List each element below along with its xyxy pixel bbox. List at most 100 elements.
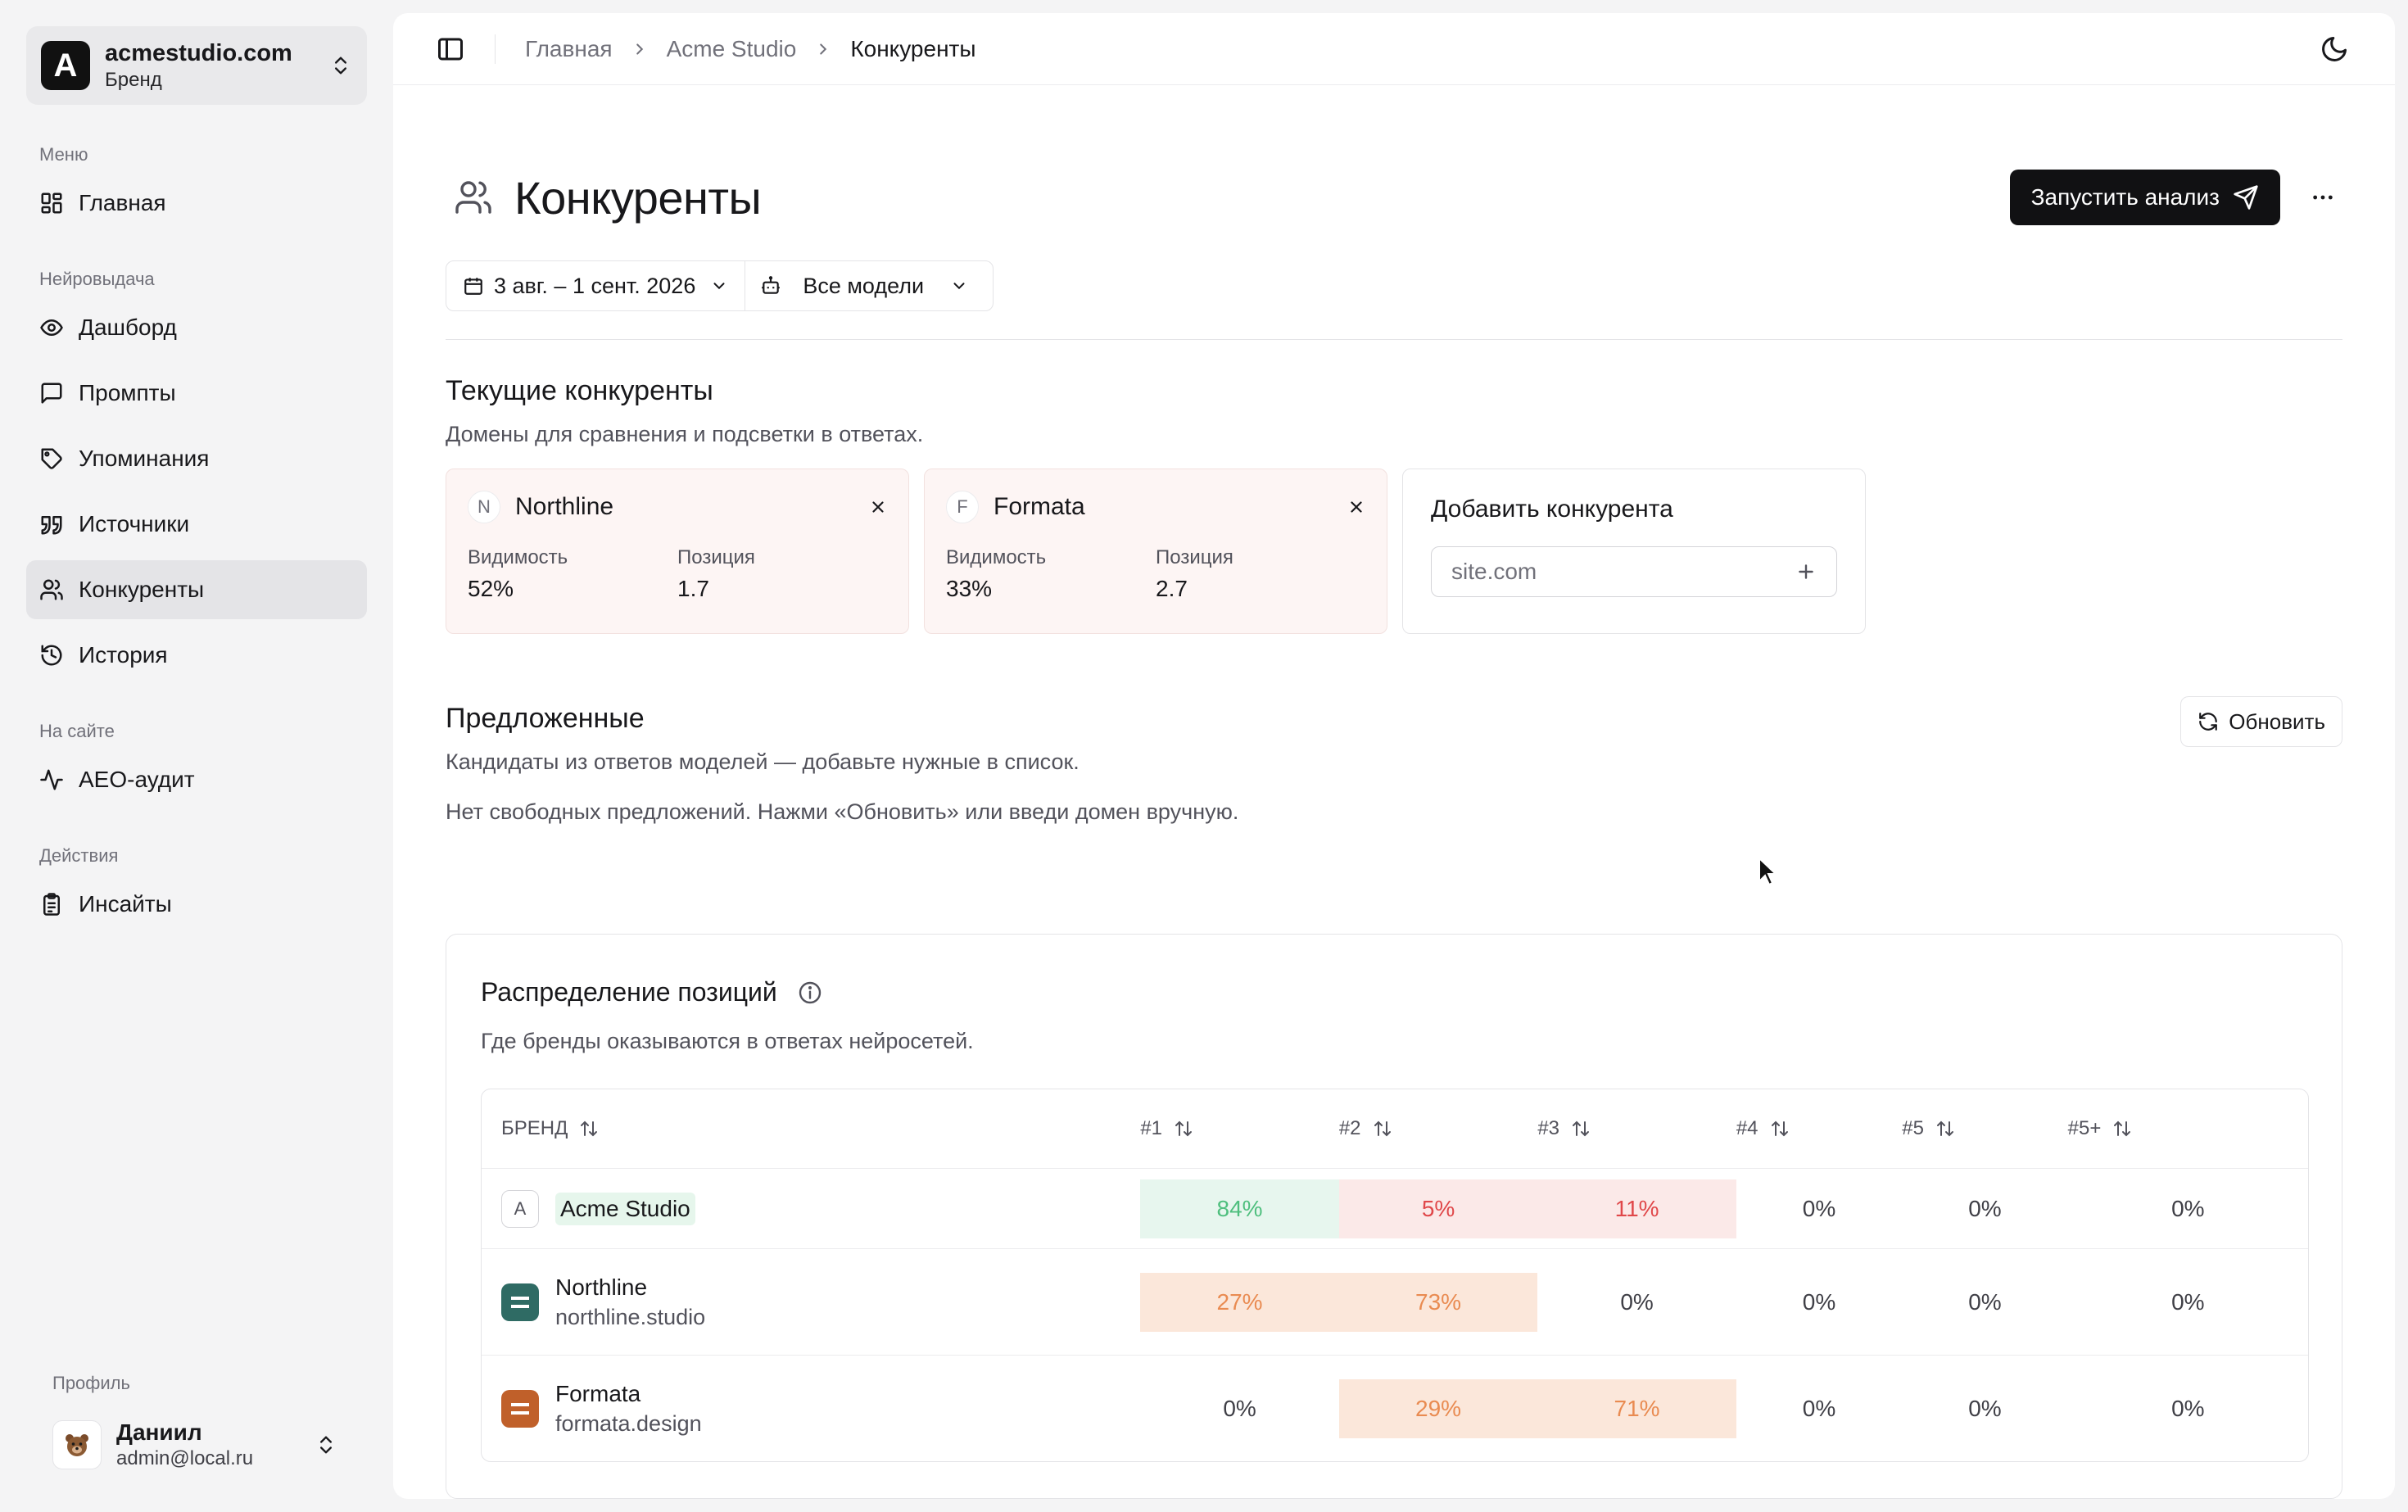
more-button[interactable] — [2303, 178, 2342, 217]
card-head: F Formata — [946, 489, 1365, 525]
close-icon[interactable] — [869, 498, 887, 516]
sidebar-item-label: Инсайты — [79, 891, 172, 917]
model-select-value: Все модели — [803, 273, 925, 298]
position-value: 2.7 — [1156, 576, 1188, 601]
sort-icon — [1936, 1120, 1953, 1137]
sidebar-item-label: История — [79, 642, 168, 668]
sidebar-item-prompts[interactable]: Промпты — [26, 364, 367, 423]
breadcrumb-home[interactable]: Главная — [525, 36, 613, 62]
distribution-table: Бренд #1 #2 #3 #4 #5 #5+ A Acme St — [481, 1089, 2309, 1462]
column-header-pos4[interactable]: #4 — [1736, 1117, 1902, 1140]
cell-fill: 5% — [1338, 1179, 1538, 1238]
profile-name: Даниил — [116, 1419, 202, 1445]
sidebar-item-label: Главная — [79, 190, 166, 215]
position-cell: 84% — [1140, 1169, 1339, 1248]
column-header-brand[interactable]: Бренд — [482, 1117, 1140, 1140]
position-label: Позиция — [677, 546, 755, 568]
column-header-label: #3 — [1537, 1117, 1560, 1139]
page-header: Конкуренты Запустить анализ — [446, 161, 2342, 234]
visibility-stat: Видимость 33% — [946, 546, 1156, 602]
brand-name: Northline — [555, 1274, 648, 1300]
chevrons-up-down-icon — [335, 57, 346, 75]
position-cell: 0% — [1537, 1249, 1736, 1355]
sidebar-item-dashboard[interactable]: Дашборд — [26, 298, 367, 357]
column-header-pos5plus[interactable]: #5+ — [2068, 1117, 2308, 1140]
plus-icon[interactable] — [1795, 561, 1817, 582]
cell-fill: 84% — [1140, 1179, 1339, 1238]
competitor-card-formata: F Formata Видимость 33% Позиция 2.7 — [924, 469, 1387, 634]
info-icon[interactable] — [797, 980, 823, 1006]
profile-switcher[interactable]: Даниил admin@local.ru — [39, 1406, 351, 1484]
position-cell: 0% — [1902, 1356, 2067, 1461]
cell-fill: 11% — [1537, 1179, 1736, 1238]
refresh-label: Обновить — [2229, 708, 2325, 734]
sidebar-item-history[interactable]: История — [26, 626, 367, 685]
run-analysis-button[interactable]: Запустить анализ — [2009, 170, 2280, 225]
table-row: A Acme Studio 84% 5% 11% 0% 0% 0% — [482, 1168, 2308, 1248]
sort-icon — [1374, 1120, 1391, 1137]
sidebar-item-mentions[interactable]: Упоминания — [26, 429, 367, 488]
sidebar-item-home[interactable]: Главная — [26, 174, 367, 233]
position-cell: 0% — [1736, 1356, 1902, 1461]
visibility-stat: Видимость 52% — [468, 546, 677, 602]
position-cell: 0% — [1736, 1249, 1902, 1355]
sidebar-item-insights[interactable]: Инсайты — [26, 875, 367, 934]
sort-icon — [1771, 1120, 1788, 1137]
quote-icon — [41, 516, 62, 535]
sidebar-toggle-icon[interactable] — [436, 34, 465, 64]
add-competitor-input[interactable] — [1451, 559, 1763, 585]
workspace-switcher[interactable]: A acmestudio.com Бренд — [26, 26, 367, 105]
more-horizontal-icon — [2313, 195, 2333, 200]
tag-icon — [41, 448, 62, 469]
distribution-title: Распределение позиций — [481, 977, 777, 1007]
sidebar-item-sources[interactable]: Источники — [26, 495, 367, 554]
position-cell: 27% — [1140, 1249, 1339, 1355]
filters: 3 авг. – 1 сент. 2026 Все модели — [446, 260, 994, 311]
sidebar-item-competitors[interactable]: Конкуренты — [26, 560, 367, 619]
suggested-empty-note: Нет свободных предложений. Нажми «Обнови… — [446, 799, 1239, 824]
eye-icon — [40, 319, 63, 337]
sort-icon — [2114, 1120, 2131, 1137]
distribution-title-row: Распределение позиций — [481, 977, 2307, 1007]
workspace-text: acmestudio.com Бренд — [105, 38, 315, 93]
refresh-button[interactable]: Обновить — [2180, 696, 2342, 747]
brand-name: Acme Studio — [555, 1192, 695, 1225]
sidebar-item-aeo-audit[interactable]: AEO-аудит — [26, 750, 367, 809]
sort-icon — [581, 1120, 598, 1137]
competitor-card-northline: N Northline Видимость 52% Позиция 1.7 — [446, 469, 909, 634]
current-competitors-section: Текущие конкуренты Домены для сравнения … — [446, 375, 923, 447]
chevrons-up-down-icon — [320, 1436, 332, 1454]
suggested-section: Предложенные Кандидаты из ответов моделе… — [446, 696, 2342, 825]
app: A acmestudio.com Бренд Меню Главная Нейр… — [0, 0, 2408, 1512]
cell-fill: 27% — [1140, 1272, 1339, 1332]
breadcrumb-project[interactable]: Acme Studio — [667, 36, 797, 62]
model-select[interactable]: Все модели — [745, 261, 993, 310]
column-header-pos5[interactable]: #5 — [1902, 1117, 2067, 1140]
cell-fill: 0% — [1968, 1288, 2002, 1315]
column-header-pos1[interactable]: #1 — [1140, 1117, 1339, 1140]
close-icon[interactable] — [1347, 498, 1365, 516]
position-cell: 11% — [1537, 1169, 1736, 1248]
users-icon — [455, 181, 491, 214]
sidebar-item-label: Дашборд — [79, 315, 177, 340]
position-distribution-card: Распределение позиций Где бренды оказыва… — [446, 934, 2342, 1499]
add-competitor-field — [1431, 546, 1837, 597]
cell-fill: 0% — [1620, 1288, 1654, 1315]
moon-icon[interactable] — [2320, 34, 2349, 64]
visibility-value: 33% — [946, 576, 993, 601]
brand-logo-mark — [511, 1402, 529, 1415]
position-cell: 0% — [1736, 1169, 1902, 1248]
position-cell: 0% — [2068, 1356, 2308, 1461]
bot-icon — [762, 276, 781, 294]
cell-fill: 0% — [1968, 1395, 2002, 1421]
position-cell: 0% — [2068, 1169, 2308, 1248]
competitor-name: Northline — [515, 493, 614, 520]
workspace-name: acmestudio.com — [105, 40, 292, 66]
date-range-select[interactable]: 3 авг. – 1 сент. 2026 — [446, 261, 745, 310]
cell-fill: 0% — [1802, 1195, 1836, 1221]
column-header-pos3[interactable]: #3 — [1537, 1117, 1736, 1140]
brand-name: Formata — [555, 1380, 641, 1406]
column-header-label: #2 — [1338, 1117, 1361, 1139]
column-header-pos2[interactable]: #2 — [1339, 1117, 1538, 1140]
chevron-down-icon — [953, 283, 965, 290]
